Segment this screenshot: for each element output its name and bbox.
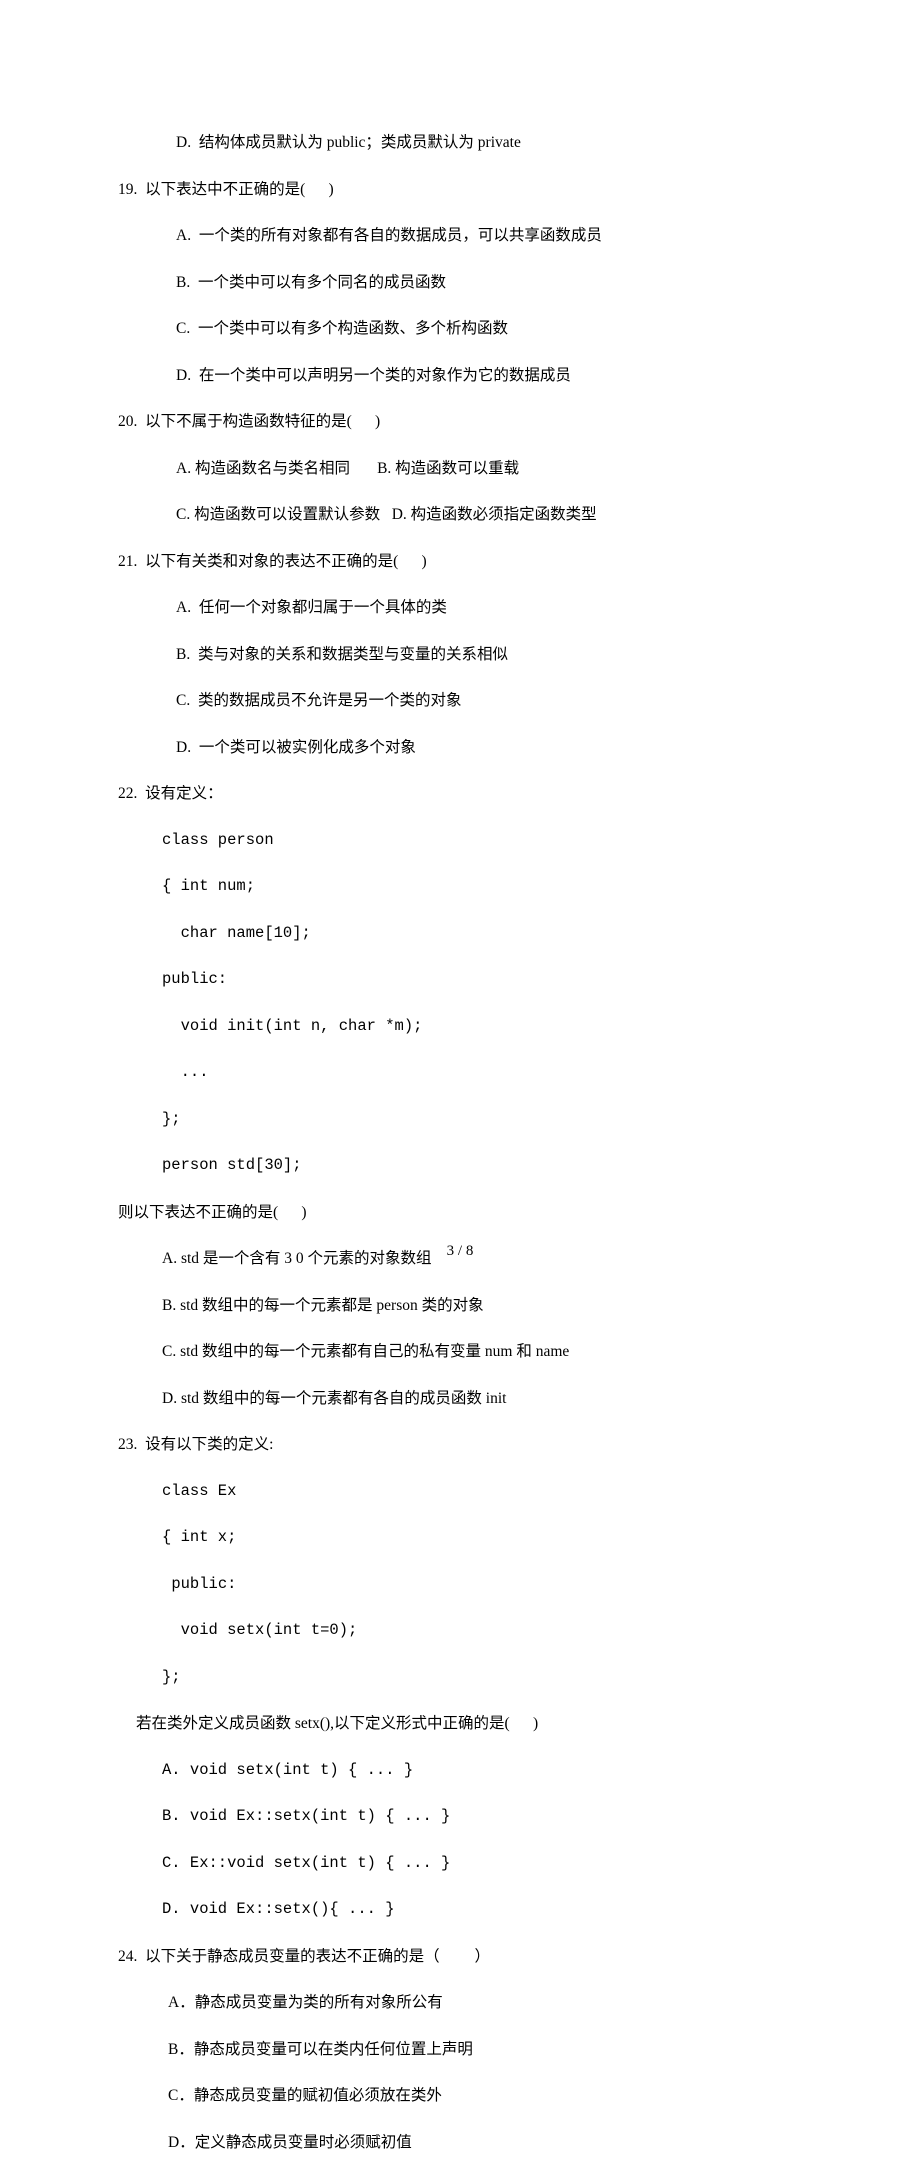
code-line: }; — [118, 1666, 818, 1689]
option-text: C. std 数组中的每一个元素都有自己的私有变量 num 和 name — [118, 1340, 818, 1363]
code-line: public: — [118, 1573, 818, 1596]
page-content: D. 结构体成员默认为 public；类成员默认为 private 19. 以下… — [118, 108, 818, 2177]
option-text: C. 一个类中可以有多个构造函数、多个析构函数 — [118, 317, 818, 340]
question-stem: 22. 设有定义： — [118, 782, 818, 805]
question-stem: 21. 以下有关类和对象的表达不正确的是( ) — [118, 550, 818, 573]
question-followup: 若在类外定义成员函数 setx(),以下定义形式中正确的是( ) — [118, 1712, 818, 1735]
option-text: B．静态成员变量可以在类内任何位置上声明 — [118, 2038, 818, 2061]
code-line: class person — [118, 829, 818, 852]
code-line: class Ex — [118, 1480, 818, 1503]
option-text: B. 类与对象的关系和数据类型与变量的关系相似 — [118, 643, 818, 666]
code-line: { int num; — [118, 875, 818, 898]
code-line: person std[30]; — [118, 1154, 818, 1177]
option-text: D. 一个类可以被实例化成多个对象 — [118, 736, 818, 759]
option-text: B. std 数组中的每一个元素都是 person 类的对象 — [118, 1294, 818, 1317]
question-stem: 19. 以下表达中不正确的是( ) — [118, 178, 818, 201]
option-text: C. Ex::void setx(int t) { ... } — [118, 1852, 818, 1875]
code-line: public: — [118, 968, 818, 991]
option-text: A．静态成员变量为类的所有对象所公有 — [118, 1991, 818, 2014]
code-line: { int x; — [118, 1526, 818, 1549]
option-text: D．定义静态成员变量时必须赋初值 — [118, 2131, 818, 2154]
code-line: }; — [118, 1108, 818, 1131]
option-text: D. 结构体成员默认为 public；类成员默认为 private — [118, 131, 818, 154]
option-text: D. 在一个类中可以声明另一个类的对象作为它的数据成员 — [118, 364, 818, 387]
question-stem: 23. 设有以下类的定义: — [118, 1433, 818, 1456]
option-text: D. std 数组中的每一个元素都有各自的成员函数 init — [118, 1387, 818, 1410]
option-text: B. 一个类中可以有多个同名的成员函数 — [118, 271, 818, 294]
option-text: C. 构造函数可以设置默认参数 D. 构造函数必须指定函数类型 — [118, 503, 818, 526]
option-text: A. 一个类的所有对象都有各自的数据成员，可以共享函数成员 — [118, 224, 818, 247]
option-text: A. 任何一个对象都归属于一个具体的类 — [118, 596, 818, 619]
question-stem: 20. 以下不属于构造函数特征的是( ) — [118, 410, 818, 433]
question-stem: 24. 以下关于静态成员变量的表达不正确的是（ ） — [118, 1945, 818, 1968]
page-number: 3 / 8 — [0, 1240, 920, 1263]
code-line: void setx(int t=0); — [118, 1619, 818, 1642]
option-text: B. void Ex::setx(int t) { ... } — [118, 1805, 818, 1828]
option-text: C. 类的数据成员不允许是另一个类的对象 — [118, 689, 818, 712]
code-line: char name[10]; — [118, 922, 818, 945]
question-followup: 则以下表达不正确的是( ) — [118, 1201, 818, 1224]
option-text: D. void Ex::setx(){ ... } — [118, 1898, 818, 1921]
option-text: A. void setx(int t) { ... } — [118, 1759, 818, 1782]
code-line: ... — [118, 1061, 818, 1084]
option-text: A. 构造函数名与类名相同 B. 构造函数可以重载 — [118, 457, 818, 480]
code-line: void init(int n, char *m); — [118, 1015, 818, 1038]
option-text: C．静态成员变量的赋初值必须放在类外 — [118, 2084, 818, 2107]
